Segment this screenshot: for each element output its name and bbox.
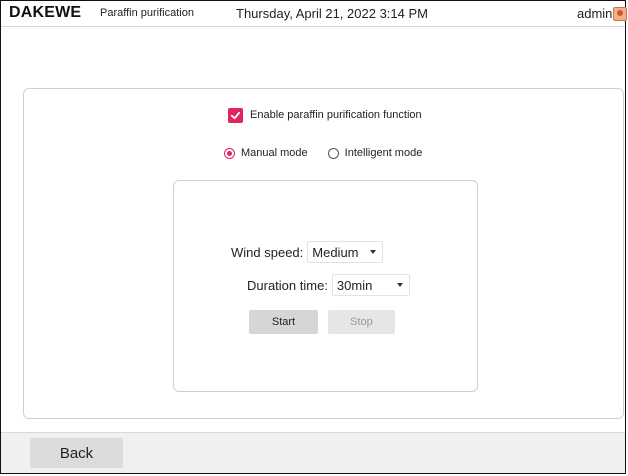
top-bar: DAKEWE Paraffin purification Thursday, A… [1, 1, 627, 27]
wind-speed-value: Medium [312, 244, 359, 260]
mode-selector: Manual mode Intelligent mode [224, 146, 442, 160]
duration-value: 30min [336, 277, 373, 293]
wind-speed-select[interactable]: Medium [307, 241, 384, 263]
stop-button[interactable]: Stop [328, 310, 395, 334]
chevron-down-icon [370, 250, 377, 254]
page-title: Paraffin purification [100, 7, 194, 19]
manual-mode-label[interactable]: Manual mode [241, 147, 308, 159]
duration-select[interactable]: 30min [331, 274, 410, 296]
user-avatar-icon[interactable] [613, 7, 627, 21]
start-button[interactable]: Start [249, 310, 318, 334]
chevron-down-icon [396, 283, 403, 287]
checkbox-checked-icon[interactable] [228, 107, 243, 123]
back-button[interactable]: Back [30, 438, 123, 468]
manual-mode-radio[interactable] [224, 147, 235, 159]
enable-purification-toggle[interactable]: Enable paraffin purification function [228, 107, 422, 123]
intelligent-mode-label[interactable]: Intelligent mode [345, 147, 423, 159]
username-label[interactable]: admin [577, 6, 612, 21]
intelligent-mode-radio[interactable] [327, 147, 339, 159]
wind-speed-row: Wind speed: Medium [231, 241, 384, 263]
duration-label: Duration time: [247, 277, 328, 293]
enable-purification-label: Enable paraffin purification function [250, 109, 422, 121]
wind-speed-label: Wind speed: [231, 244, 304, 260]
brand-logo: DAKEWE [9, 4, 82, 21]
datetime-display: Thursday, April 21, 2022 3:14 PM [236, 6, 428, 21]
duration-row: Duration time: 30min [247, 274, 410, 296]
